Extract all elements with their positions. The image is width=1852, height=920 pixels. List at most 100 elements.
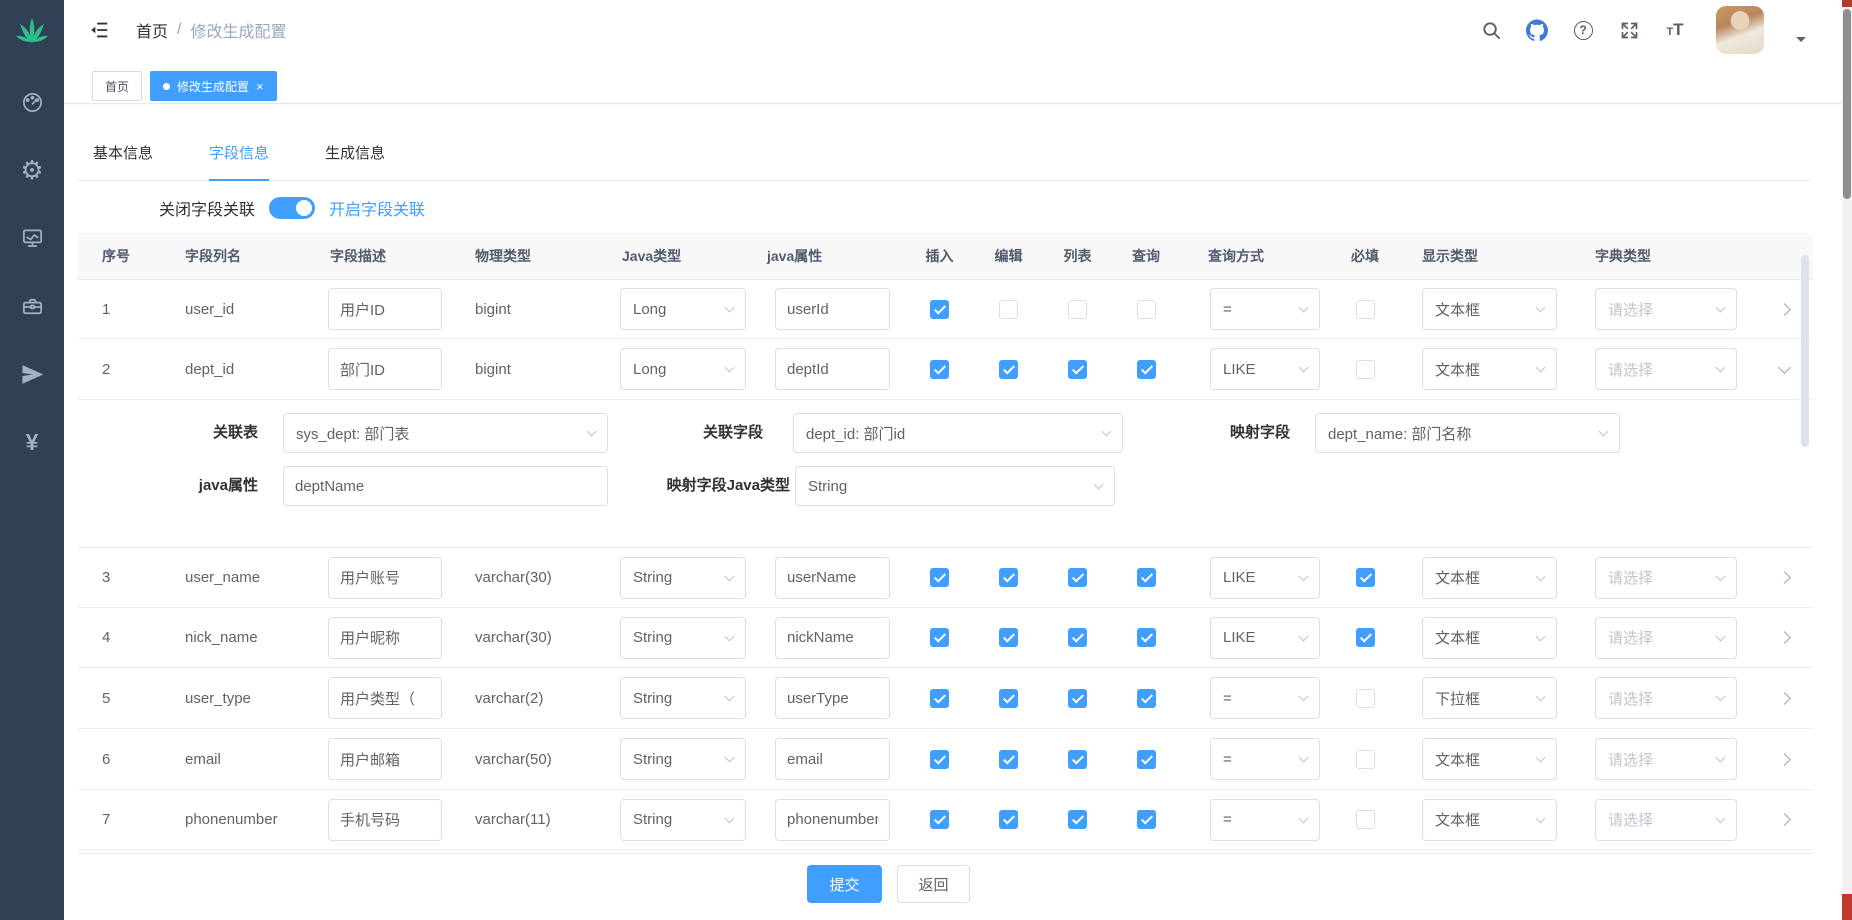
dict-type-select[interactable]: 请选择 (1595, 738, 1737, 780)
description-input[interactable] (328, 799, 442, 841)
list-checkbox[interactable] (1068, 810, 1087, 829)
dict-type-select[interactable]: 请选择 (1595, 677, 1737, 719)
query-checkbox[interactable] (1137, 568, 1156, 587)
help-icon[interactable]: ? (1572, 19, 1594, 41)
insert-checkbox[interactable] (930, 628, 949, 647)
display-type-select[interactable]: 文本框 (1422, 617, 1557, 659)
user-avatar[interactable] (1716, 6, 1764, 54)
required-checkbox[interactable] (1356, 689, 1375, 708)
dict-type-select[interactable]: 请选择 (1595, 348, 1737, 390)
query-mode-select[interactable]: = (1210, 288, 1320, 330)
dict-type-select[interactable]: 请选择 (1595, 288, 1737, 330)
list-checkbox[interactable] (1068, 628, 1087, 647)
close-tab-icon[interactable]: × (256, 80, 264, 93)
display-type-select[interactable]: 文本框 (1422, 288, 1557, 330)
query-checkbox[interactable] (1137, 750, 1156, 769)
java-type-select[interactable]: String (620, 557, 746, 599)
insert-checkbox[interactable] (930, 689, 949, 708)
dict-type-select[interactable]: 请选择 (1595, 557, 1737, 599)
description-input[interactable] (328, 677, 442, 719)
edit-checkbox[interactable] (999, 628, 1018, 647)
relation-table-select[interactable]: sys_dept: 部门表 (283, 413, 608, 453)
java-type-select[interactable]: Long (620, 288, 746, 330)
expand-toggle[interactable] (1755, 755, 1813, 764)
search-icon[interactable] (1480, 19, 1502, 41)
java-type-select[interactable]: String (620, 617, 746, 659)
github-icon[interactable] (1526, 19, 1548, 41)
page-scrollbar-thumb[interactable] (1843, 9, 1851, 199)
query-mode-select[interactable]: LIKE (1210, 617, 1320, 659)
table-scrollbar-thumb[interactable] (1801, 255, 1809, 447)
required-checkbox[interactable] (1356, 628, 1375, 647)
list-checkbox[interactable] (1068, 568, 1087, 587)
expand-toggle[interactable] (1755, 694, 1813, 703)
tab-生成信息[interactable]: 生成信息 (325, 126, 385, 181)
expand-toggle[interactable] (1755, 633, 1813, 642)
sidebar-item-dashboard[interactable] (0, 90, 64, 114)
sidebar-collapse-icon[interactable] (88, 19, 110, 41)
avatar-caret-down-icon[interactable] (1796, 37, 1806, 42)
required-checkbox[interactable] (1356, 568, 1375, 587)
breadcrumb-home[interactable]: 首页 (136, 18, 168, 42)
tab-基本信息[interactable]: 基本信息 (93, 126, 153, 181)
required-checkbox[interactable] (1356, 360, 1375, 379)
display-type-select[interactable]: 文本框 (1422, 348, 1557, 390)
insert-checkbox[interactable] (930, 360, 949, 379)
insert-checkbox[interactable] (930, 810, 949, 829)
insert-checkbox[interactable] (930, 750, 949, 769)
java-property-input[interactable] (775, 617, 890, 659)
mapping-java-type-select[interactable]: String (795, 466, 1115, 506)
list-checkbox[interactable] (1068, 689, 1087, 708)
sidebar-item-paper-plane[interactable] (0, 362, 64, 386)
required-checkbox[interactable] (1356, 750, 1375, 769)
tab-字段信息[interactable]: 字段信息 (209, 126, 269, 181)
sub-java-property-input[interactable] (283, 466, 608, 506)
java-property-input[interactable] (775, 557, 890, 599)
edit-checkbox[interactable] (999, 300, 1018, 319)
back-button[interactable]: 返回 (897, 865, 970, 903)
required-checkbox[interactable] (1356, 300, 1375, 319)
app-logo[interactable] (0, 0, 64, 56)
query-mode-select[interactable]: = (1210, 677, 1320, 719)
query-checkbox[interactable] (1137, 689, 1156, 708)
sidebar-item-briefcase[interactable] (0, 294, 64, 318)
mapping-field-select[interactable]: dept_name: 部门名称 (1315, 413, 1620, 453)
display-type-select[interactable]: 下拉框 (1422, 677, 1557, 719)
list-checkbox[interactable] (1068, 360, 1087, 379)
java-property-input[interactable] (775, 799, 890, 841)
tab-tag-inactive[interactable]: 首页 (92, 71, 142, 101)
java-property-input[interactable] (775, 288, 890, 330)
query-checkbox[interactable] (1137, 810, 1156, 829)
description-input[interactable] (328, 617, 442, 659)
submit-button[interactable]: 提交 (807, 865, 882, 903)
query-mode-select[interactable]: = (1210, 799, 1320, 841)
list-checkbox[interactable] (1068, 300, 1087, 319)
query-checkbox[interactable] (1137, 628, 1156, 647)
tab-tag-active[interactable]: 修改生成配置× (150, 71, 277, 101)
java-type-select[interactable]: Long (620, 348, 746, 390)
description-input[interactable] (328, 288, 442, 330)
display-type-select[interactable]: 文本框 (1422, 799, 1557, 841)
display-type-select[interactable]: 文本框 (1422, 557, 1557, 599)
java-property-input[interactable] (775, 738, 890, 780)
java-type-select[interactable]: String (620, 738, 746, 780)
display-type-select[interactable]: 文本框 (1422, 738, 1557, 780)
list-checkbox[interactable] (1068, 750, 1087, 769)
expand-toggle[interactable] (1755, 573, 1813, 582)
java-type-select[interactable]: String (620, 799, 746, 841)
relation-open-link[interactable]: 开启字段关联 (329, 196, 425, 220)
sidebar-item-yen[interactable]: ¥ (0, 430, 64, 454)
edit-checkbox[interactable] (999, 810, 1018, 829)
sidebar-item-gear[interactable]: ⚙ (0, 158, 64, 182)
edit-checkbox[interactable] (999, 689, 1018, 708)
relation-toggle-switch[interactable] (269, 197, 315, 219)
description-input[interactable] (328, 738, 442, 780)
dict-type-select[interactable]: 请选择 (1595, 799, 1737, 841)
query-mode-select[interactable]: = (1210, 738, 1320, 780)
query-mode-select[interactable]: LIKE (1210, 348, 1320, 390)
query-checkbox[interactable] (1137, 360, 1156, 379)
dict-type-select[interactable]: 请选择 (1595, 617, 1737, 659)
fullscreen-icon[interactable] (1618, 19, 1640, 41)
font-size-icon[interactable]: TT (1664, 19, 1686, 41)
java-type-select[interactable]: String (620, 677, 746, 719)
